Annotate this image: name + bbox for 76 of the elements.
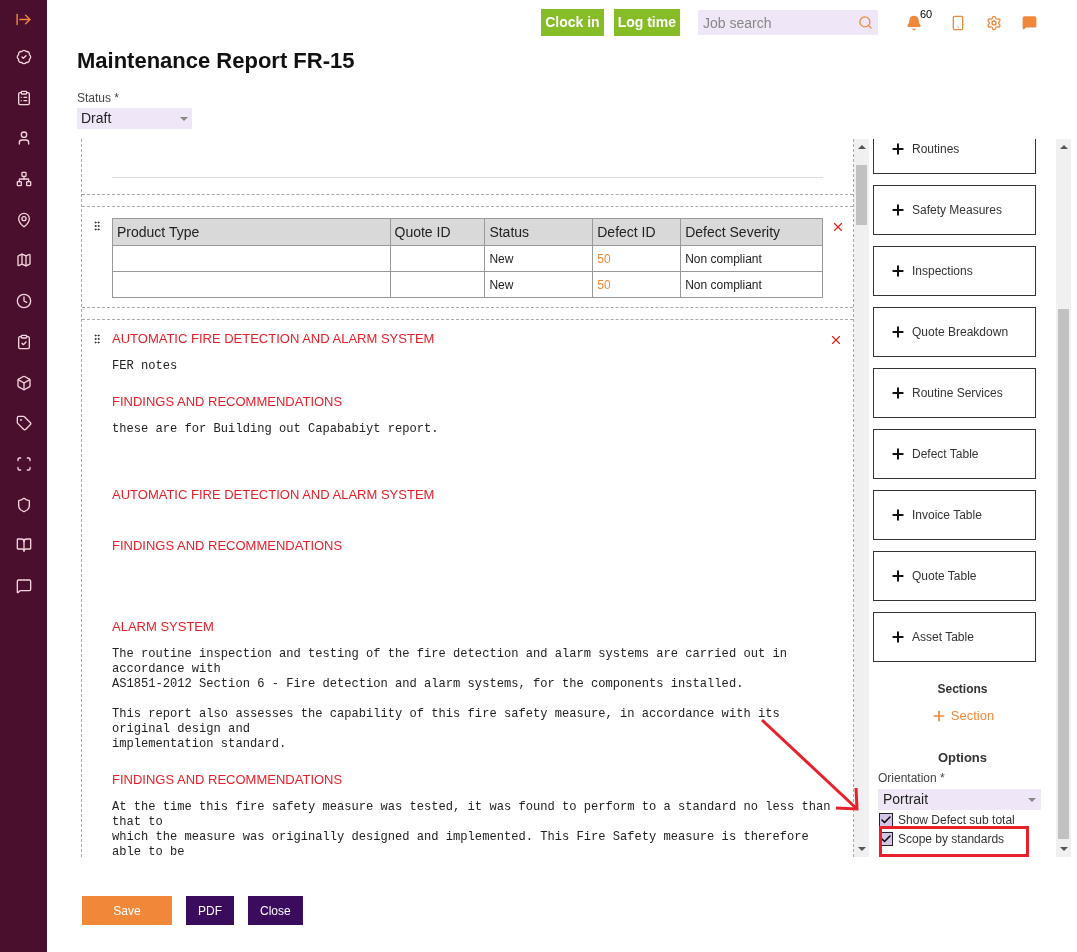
plus-icon [890, 629, 906, 645]
checkbox-label: Show Defect sub total [898, 812, 1015, 829]
table-cell: Non compliant [680, 245, 823, 272]
scan-icon[interactable] [15, 455, 32, 472]
section-heading: ALARM SYSTEM [112, 619, 214, 635]
orientation-select[interactable]: Portrait [878, 789, 1041, 810]
options-title: Options [937, 748, 988, 767]
scrollbar[interactable] [1056, 139, 1071, 857]
clock-icon[interactable] [15, 293, 32, 310]
remove-icon[interactable] [829, 333, 843, 347]
remove-icon[interactable] [831, 220, 845, 234]
add-block-button[interactable]: Invoice Table [873, 490, 1036, 540]
add-block-button[interactable]: Quote Table [873, 551, 1036, 601]
column-header: Defect ID [592, 218, 681, 246]
plus-icon [890, 263, 906, 279]
table-cell: Non compliant [680, 271, 823, 298]
sections-title: Sections [937, 681, 988, 698]
column-header: Product Type [112, 218, 390, 246]
footer-button[interactable]: PDF [186, 896, 234, 925]
search-field[interactable]: Job search [698, 10, 878, 35]
section-text: these are for Building out Capababiyt report. [112, 422, 439, 437]
settings-icon[interactable] [986, 14, 1002, 31]
orientation-label: Orientation * [878, 770, 945, 787]
checkbox-label: Scope by standards [898, 831, 1005, 848]
scrollbar[interactable] [854, 139, 869, 857]
plus-icon [890, 141, 906, 157]
hierarchy-icon[interactable] [15, 171, 32, 188]
tag-icon[interactable] [15, 415, 32, 432]
status-label: Status * [77, 90, 121, 107]
message-icon[interactable] [15, 577, 32, 594]
footer-button[interactable]: Close [248, 896, 303, 925]
section-heading: AUTOMATIC FIRE DETECTION AND ALARM SYSTEM [112, 487, 435, 503]
shield-icon[interactable] [15, 496, 32, 513]
section-heading: AUTOMATIC FIRE DETECTION AND ALARM SYSTEM [112, 331, 435, 347]
section-text: The routine inspection and testing of the fire detection and alarm systems are carried out in accordance with AS1851-2012 Section 6 - Fire detection and alarm systems, for the components installed. This report also assesses the capability of this fire safety measure, in accordance with its original design and implementation standard. [112, 647, 787, 752]
clipboard-list-icon[interactable] [15, 89, 32, 106]
map-pin-icon[interactable] [15, 211, 32, 228]
badge-icon[interactable] [15, 49, 32, 65]
add-block-button[interactable]: Routines [873, 139, 1036, 174]
book-icon[interactable] [15, 537, 32, 554]
table-cell: New [484, 245, 593, 272]
plus-icon [890, 568, 906, 584]
column-header: Quote ID [390, 218, 485, 246]
notification-count: 60 [920, 6, 933, 22]
map-icon[interactable] [15, 252, 32, 269]
column-header: Status [484, 218, 593, 246]
page-title: Maintenance Report FR-15 [77, 47, 356, 75]
section-heading: FINDINGS AND RECOMMENDATIONS [112, 394, 343, 410]
column-header: Defect Severity [680, 218, 823, 246]
bell-icon[interactable] [906, 14, 922, 31]
add-block-button[interactable]: Routine Services [873, 368, 1036, 418]
plus-icon [890, 324, 906, 340]
table-cell: 50 [592, 245, 681, 272]
checkbox[interactable] [879, 813, 893, 827]
clipboard-check-icon[interactable] [15, 333, 32, 350]
plus-icon [890, 507, 906, 523]
phone-icon[interactable] [950, 13, 966, 32]
expand-icon[interactable] [15, 11, 32, 28]
drag-handle-icon[interactable] [91, 332, 103, 346]
box-icon[interactable] [15, 374, 32, 391]
drag-handle-icon[interactable] [91, 219, 103, 233]
plus-icon [890, 446, 906, 462]
add-block-button[interactable]: Defect Table [873, 429, 1036, 479]
section-text: At the time this fire safety measure was tested, it was found to perform to a standard no less than that to which the measure was originally designed and implemented. This Fire Safety measure is therefore able to be [112, 800, 831, 857]
status-select[interactable]: Draft [77, 108, 192, 129]
section-text: FER notes [112, 359, 178, 374]
add-block-button[interactable]: Safety Measures [873, 185, 1036, 235]
table-cell: 50 [592, 271, 681, 298]
plus-icon [890, 385, 906, 401]
plus-icon [890, 202, 906, 218]
section-heading: FINDINGS AND RECOMMENDATIONS [112, 538, 343, 554]
table-cell: New [484, 271, 593, 298]
add-block-button[interactable]: Quote Breakdown [873, 307, 1036, 357]
section-heading: FINDINGS AND RECOMMENDATIONS [112, 772, 343, 788]
add-block-button[interactable]: Asset Table [873, 612, 1036, 662]
add-block-button[interactable]: Inspections [873, 246, 1036, 296]
